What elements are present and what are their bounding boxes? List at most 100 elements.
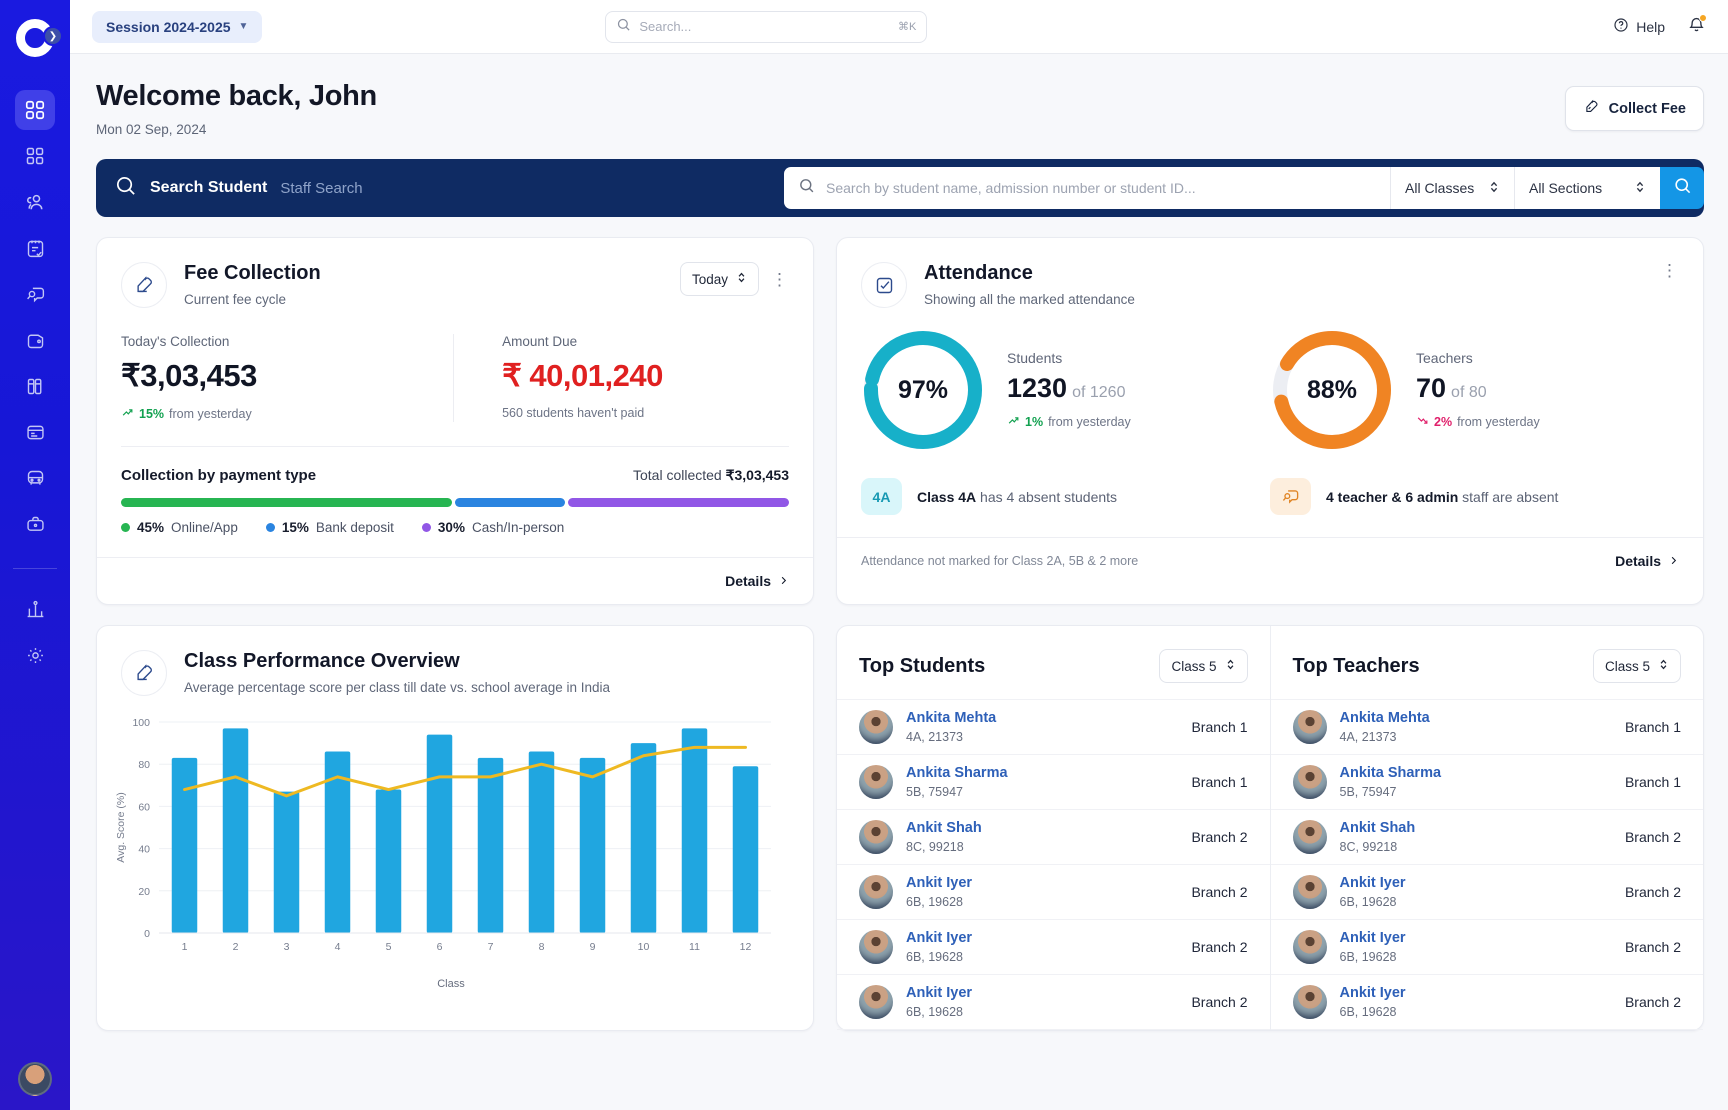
person-branch: Branch 2 <box>1191 829 1248 845</box>
legend-percent: 30% <box>437 520 465 535</box>
list-item[interactable]: Ankit Shah 8C, 99218 Branch 2 <box>837 810 1270 865</box>
section-filter-select[interactable]: All Sections <box>1514 167 1660 209</box>
collect-fee-button[interactable]: Collect Fee <box>1564 86 1704 131</box>
person-meta: 5B, 75947 <box>906 785 963 799</box>
sidebar-item-fees[interactable] <box>15 320 55 360</box>
sidebar-item-messages[interactable] <box>15 274 55 314</box>
sidebar-item-reports[interactable] <box>15 589 55 629</box>
session-selector[interactable]: Session 2024-2025 ▼ <box>92 10 263 43</box>
students-attendance-meta: Students 1230 of 1260 1% from yesterday <box>1007 350 1131 430</box>
chart-svg: 0204060801001 2 3 4 5 6 7 8 9 10 11 12Avg. Score (%… <box>115 717 771 953</box>
fee-details-link[interactable]: Details <box>725 573 789 589</box>
person-info: Ankita Sharma 5B, 75947 <box>1340 765 1442 799</box>
global-search[interactable]: ⌘K <box>605 10 928 43</box>
person-name[interactable]: Ankita Mehta <box>1340 710 1430 726</box>
list-item[interactable]: Ankita Sharma 5B, 75947 Branch 1 <box>837 755 1270 810</box>
attendance-card-menu-button[interactable]: ⋮ <box>1661 262 1679 279</box>
chart-bar <box>375 789 402 933</box>
chevron-right-icon <box>778 573 789 589</box>
person-info: Ankit Iyer 6B, 19628 <box>906 875 972 909</box>
fee-card-menu-button[interactable]: ⋮ <box>771 271 789 288</box>
search-icon <box>1673 176 1692 200</box>
tab-search-student[interactable]: Search Student <box>150 179 267 197</box>
attendance-card-header: Attendance Showing all the marked attend… <box>837 238 1703 308</box>
person-name[interactable]: Ankit Iyer <box>1340 875 1406 891</box>
person-branch: Branch 2 <box>1624 829 1681 845</box>
chevron-updown-icon <box>1225 658 1236 674</box>
sidebar-user[interactable] <box>0 1062 70 1096</box>
fee-period-select[interactable]: Today <box>679 262 759 296</box>
main-content: Session 2024-2025 ▼ ⌘K <box>70 0 1728 1110</box>
top-students-class-select[interactable]: Class 5 <box>1159 649 1248 683</box>
sidebar-item-hr[interactable] <box>15 504 55 544</box>
list-item[interactable]: Ankit Iyer 6B, 19628 Branch 2 <box>837 865 1270 920</box>
students-present: 1230 <box>1007 373 1068 403</box>
list-item[interactable]: Ankit Iyer 6B, 19628 Branch 2 <box>837 920 1270 975</box>
chart-line-series <box>183 745 747 798</box>
help-button[interactable]: Help <box>1613 17 1665 36</box>
sidebar-item-transport[interactable] <box>15 458 55 498</box>
chart-bar <box>681 728 708 933</box>
avatar <box>859 930 893 964</box>
avatar[interactable] <box>18 1062 52 1096</box>
person-name[interactable]: Ankita Mehta <box>906 710 996 726</box>
list-item[interactable]: Ankit Iyer 6B, 19628 Branch 2 <box>1270 920 1703 975</box>
sidebar-item-tasks[interactable] <box>15 228 55 268</box>
person-meta: 8C, 99218 <box>906 840 964 854</box>
books-icon <box>25 376 46 397</box>
list-item[interactable]: Ankit Iyer 6B, 19628 Branch 2 <box>837 975 1270 1030</box>
sidebar-expand-icon[interactable]: ❯ <box>43 26 63 46</box>
list-item[interactable]: Ankita Sharma 5B, 75947 Branch 1 <box>1270 755 1703 810</box>
staff-absent-rest: staff are absent <box>1458 488 1559 505</box>
person-name[interactable]: Ankit Iyer <box>1340 985 1406 1001</box>
sidebar-item-dashboard[interactable] <box>15 90 55 130</box>
chart-bar <box>171 757 198 933</box>
attendance-body: 97% Students 1230 of 1260 1% from yester… <box>837 308 1703 515</box>
fee-card-footer: Details <box>97 557 813 604</box>
fee-pen-icon <box>121 262 167 308</box>
person-branch: Branch 1 <box>1624 774 1681 790</box>
students-label: Students <box>1007 350 1063 366</box>
chart-x-tick: 2 <box>233 941 239 953</box>
person-name[interactable]: Ankit Shah <box>906 820 982 836</box>
person-name[interactable]: Ankit Iyer <box>906 875 972 891</box>
avatar <box>859 820 893 854</box>
sidebar-item-modules[interactable] <box>15 136 55 176</box>
tab-staff-search[interactable]: Staff Search <box>280 180 362 197</box>
list-item[interactable]: Ankita Mehta 4A, 21373 Branch 1 <box>1270 699 1703 755</box>
help-icon <box>1613 17 1629 36</box>
sidebar-item-cards[interactable] <box>15 412 55 452</box>
list-item[interactable]: Ankit Iyer 6B, 19628 Branch 2 <box>1270 975 1703 1030</box>
top-teachers-class-select[interactable]: Class 5 <box>1592 649 1681 683</box>
students-absent-alert: 4A Class 4A has 4 absent students <box>861 478 1270 515</box>
page-header: Welcome back, John Mon 02 Sep, 2024 Coll… <box>70 54 1728 137</box>
search-input[interactable] <box>639 19 891 34</box>
list-item[interactable]: Ankit Shah 8C, 99218 Branch 2 <box>1270 810 1703 865</box>
sidebar-item-people[interactable] <box>15 182 55 222</box>
students-absent-text: Class 4A has 4 absent students <box>917 489 1117 505</box>
checkbox-check-icon <box>861 262 907 308</box>
sidebar-item-library[interactable] <box>15 366 55 406</box>
list-item[interactable]: Ankit Iyer 6B, 19628 Branch 2 <box>1270 865 1703 920</box>
person-name[interactable]: Ankit Iyer <box>906 985 972 1001</box>
current-date: Mon 02 Sep, 2024 <box>96 122 207 137</box>
class-filter-select[interactable]: All Classes <box>1390 167 1514 209</box>
chart-bar <box>528 751 555 933</box>
person-meta: 6B, 19628 <box>906 895 963 909</box>
attendance-details-link[interactable]: Details <box>1615 553 1679 569</box>
student-search-field[interactable] <box>784 167 1390 209</box>
person-name[interactable]: Ankit Iyer <box>906 930 972 946</box>
search-submit-button[interactable] <box>1660 167 1704 209</box>
person-name[interactable]: Ankit Iyer <box>1340 930 1406 946</box>
person-name[interactable]: Ankita Sharma <box>906 765 1008 781</box>
list-item[interactable]: Ankita Mehta 4A, 21373 Branch 1 <box>837 699 1270 755</box>
app-logo[interactable]: ❯ <box>13 16 63 60</box>
trend-value: 15% <box>139 407 165 421</box>
student-search-input[interactable] <box>826 180 1376 196</box>
gear-icon <box>25 645 46 666</box>
sidebar-item-settings[interactable] <box>15 635 55 675</box>
person-name[interactable]: Ankit Shah <box>1340 820 1416 836</box>
person-name[interactable]: Ankita Sharma <box>1340 765 1442 781</box>
person-info: Ankita Mehta 4A, 21373 <box>1340 710 1430 744</box>
notifications-button[interactable] <box>1687 13 1707 39</box>
